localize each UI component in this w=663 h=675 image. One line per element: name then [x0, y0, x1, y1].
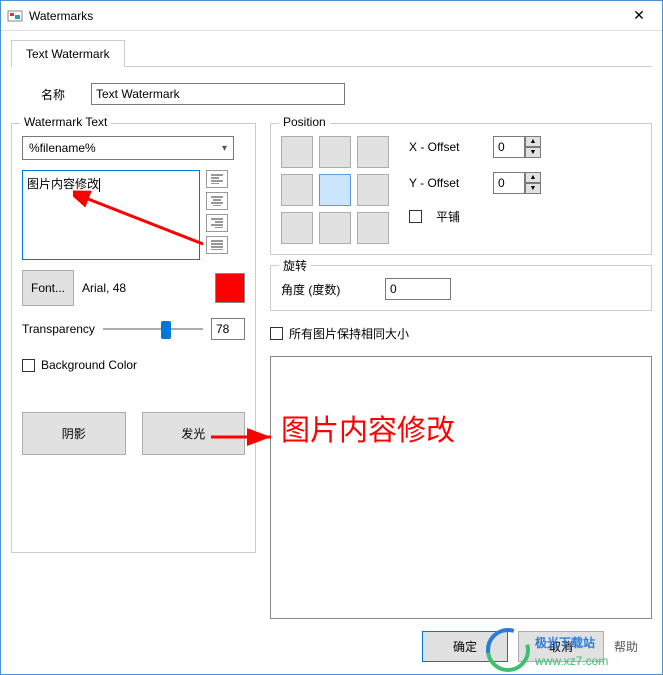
rotation-group: 旋转 角度 (度数) — [270, 265, 652, 311]
pos-mr[interactable] — [357, 174, 389, 206]
same-size-checkbox[interactable] — [270, 327, 283, 340]
pos-bc[interactable] — [319, 212, 351, 244]
x-offset-spinner[interactable]: ▲▼ — [493, 136, 541, 158]
close-button[interactable]: ✕ — [616, 1, 662, 31]
same-size-label: 所有图片保持相同大小 — [289, 325, 409, 342]
help-link[interactable]: 帮助 — [614, 638, 638, 655]
position-grid — [281, 136, 389, 244]
align-right-button[interactable] — [206, 214, 228, 232]
app-icon — [7, 8, 23, 24]
preview-text: 图片内容修改 — [281, 407, 455, 449]
pos-bl[interactable] — [281, 212, 313, 244]
y-offset-label: Y - Offset — [409, 176, 479, 190]
pos-tl[interactable] — [281, 136, 313, 168]
background-color-label: Background Color — [41, 358, 137, 372]
dialog-body: Text Watermark 名称 Watermark Text %filena… — [1, 31, 662, 674]
tile-checkbox[interactable] — [409, 210, 422, 223]
angle-input[interactable] — [385, 278, 451, 300]
font-desc: Arial, 48 — [82, 281, 126, 295]
name-row: 名称 — [41, 83, 652, 105]
x-offset-label: X - Offset — [409, 140, 479, 154]
ok-button[interactable]: 确定 — [422, 631, 508, 662]
x-offset-up[interactable]: ▲ — [525, 136, 541, 147]
tab-row: Text Watermark — [11, 39, 652, 67]
pos-mc[interactable] — [319, 174, 351, 206]
window-title: Watermarks — [29, 9, 616, 23]
filename-combo[interactable]: %filename% ▾ — [22, 136, 234, 160]
font-color-swatch[interactable] — [215, 273, 245, 303]
y-offset-up[interactable]: ▲ — [525, 172, 541, 183]
watermark-text-input[interactable]: 图片内容修改 — [22, 170, 200, 260]
watermark-text-group: Watermark Text %filename% ▾ 图片内容修改 — [11, 123, 256, 553]
align-center-button[interactable] — [206, 192, 228, 210]
filename-combo-value: %filename% — [29, 141, 96, 155]
dialog-footer: 确定 取消 帮助 — [11, 619, 652, 674]
watermark-text-legend: Watermark Text — [20, 115, 111, 129]
pos-tr[interactable] — [357, 136, 389, 168]
titlebar: Watermarks ✕ — [1, 1, 662, 31]
position-legend: Position — [279, 115, 330, 129]
preview-area: 图片内容修改 — [270, 356, 652, 619]
transparency-slider[interactable] — [103, 319, 203, 339]
y-offset-spinner[interactable]: ▲▼ — [493, 172, 541, 194]
align-justify-button[interactable] — [206, 236, 228, 254]
tile-label: 平铺 — [436, 208, 460, 225]
font-button[interactable]: Font... — [22, 270, 74, 306]
name-input[interactable] — [91, 83, 345, 105]
rotation-legend: 旋转 — [279, 257, 311, 274]
glow-button[interactable]: 发光 — [142, 412, 246, 455]
background-color-checkbox[interactable] — [22, 359, 35, 372]
watermark-text-value: 图片内容修改 — [27, 177, 99, 191]
y-offset-input[interactable] — [493, 172, 525, 194]
angle-label: 角度 (度数) — [281, 281, 371, 298]
cancel-button[interactable]: 取消 — [518, 631, 604, 662]
position-group: Position — [270, 123, 652, 255]
x-offset-input[interactable] — [493, 136, 525, 158]
watermarks-dialog: Watermarks ✕ Text Watermark 名称 Watermark… — [0, 0, 663, 675]
align-left-button[interactable] — [206, 170, 228, 188]
name-label: 名称 — [41, 86, 91, 103]
y-offset-down[interactable]: ▼ — [525, 183, 541, 194]
tab-text-watermark[interactable]: Text Watermark — [11, 40, 125, 67]
pos-ml[interactable] — [281, 174, 313, 206]
x-offset-down[interactable]: ▼ — [525, 147, 541, 158]
transparency-value[interactable] — [211, 318, 245, 340]
chevron-down-icon: ▾ — [222, 143, 227, 154]
pos-br[interactable] — [357, 212, 389, 244]
transparency-label: Transparency — [22, 322, 95, 336]
shadow-button[interactable]: 阴影 — [22, 412, 126, 455]
pos-tc[interactable] — [319, 136, 351, 168]
